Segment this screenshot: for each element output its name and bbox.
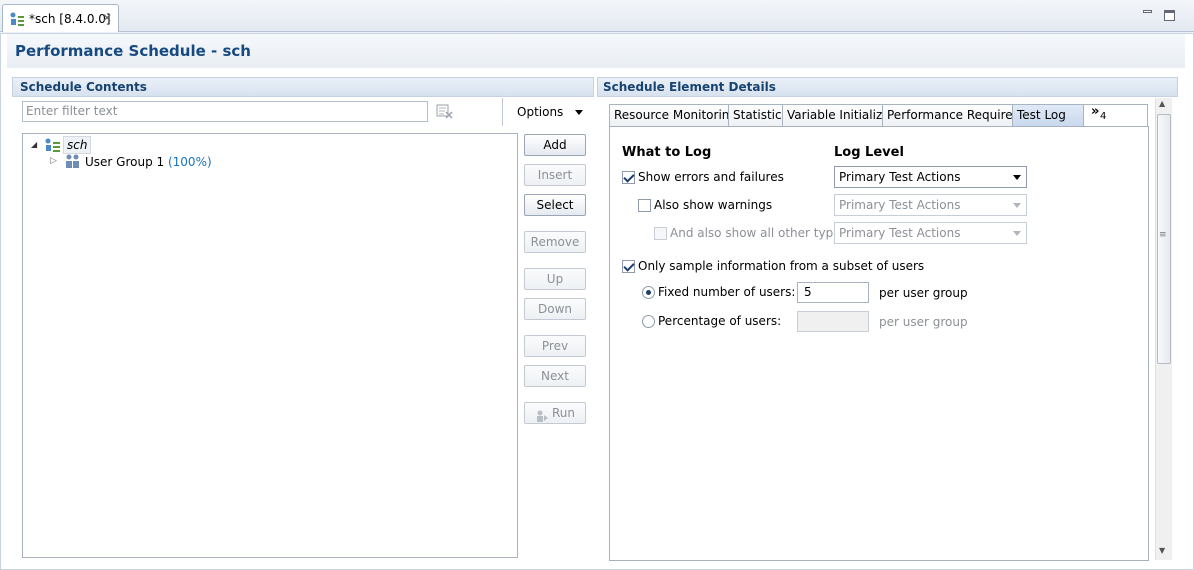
collapsed-arrow-icon[interactable]: ▷ — [50, 156, 57, 166]
user-group-icon — [64, 153, 82, 172]
grip-icon: ≡ — [1159, 230, 1167, 240]
user-group-percent: (100%) — [167, 155, 212, 169]
tab-variable-initialization[interactable]: Variable Initializat — [782, 104, 883, 126]
percentage-input[interactable] — [797, 311, 869, 332]
next-button[interactable]: Next — [524, 365, 586, 387]
per-user-group-label-disabled: per user group — [879, 315, 968, 329]
up-button[interactable]: Up — [524, 268, 586, 290]
minimize-icon[interactable] — [1143, 10, 1152, 13]
tab-resource-monitoring[interactable]: Resource Monitoring — [609, 104, 729, 126]
fixed-number-label: Fixed number of users: — [658, 285, 796, 299]
toolbar-separator — [502, 98, 503, 126]
tab-statistics[interactable]: Statistics — [728, 104, 783, 126]
chevron-down-icon — [1013, 175, 1021, 180]
all-types-level-value: Primary Test Actions — [839, 226, 961, 240]
prev-button[interactable]: Prev — [524, 335, 586, 357]
scroll-down-icon[interactable]: ▼ — [1159, 546, 1165, 555]
fixed-number-input[interactable]: 5 — [797, 282, 869, 303]
select-button[interactable]: Select — [524, 194, 586, 216]
options-label: Options — [517, 105, 564, 119]
also-all-types-checkbox[interactable] — [654, 227, 667, 240]
also-warnings-checkbox[interactable] — [638, 199, 651, 212]
tree-item-sch[interactable]: sch — [63, 136, 92, 154]
tab-test-log[interactable]: Test Log — [1012, 104, 1084, 126]
show-errors-checkbox[interactable] — [622, 171, 635, 184]
also-all-types-label: And also show all other types — [670, 226, 847, 240]
details-pane — [609, 126, 1149, 561]
show-errors-label: Show errors and failures — [638, 170, 784, 184]
expanded-arrow-icon[interactable]: ◢ — [31, 140, 37, 149]
errors-level-value: Primary Test Actions — [839, 170, 961, 184]
percentage-label: Percentage of users: — [658, 314, 782, 328]
options-menu[interactable]: Options — [517, 105, 584, 119]
schedule-icon — [44, 137, 62, 156]
tab-performance-requirements[interactable]: Performance Requirem — [882, 104, 1013, 126]
filter-input[interactable]: Enter filter text — [22, 101, 428, 122]
tree-item-user-group-1[interactable]: User Group 1 (100%) — [85, 155, 212, 169]
editor-tab-label: *sch [8.4.0.0] — [29, 12, 111, 26]
details-title: Schedule Element Details — [603, 80, 776, 94]
down-button[interactable]: Down — [524, 298, 586, 320]
chevron-down-icon — [1013, 231, 1021, 236]
remove-button[interactable]: Remove — [524, 231, 586, 253]
editor-tab-sch[interactable]: *sch [8.4.0.0] ✕ — [2, 4, 119, 32]
schedule-contents-title: Schedule Contents — [20, 80, 147, 94]
also-warnings-label: Also show warnings — [654, 198, 773, 212]
what-to-log-heading: What to Log — [622, 145, 712, 160]
scroll-up-icon[interactable]: ▲ — [1159, 99, 1165, 108]
close-icon[interactable]: ✕ — [102, 11, 112, 25]
run-label: Run — [551, 406, 575, 420]
per-user-group-label: per user group — [879, 286, 968, 300]
tab-overflow-count: 4 — [1100, 111, 1107, 122]
fixed-number-radio[interactable] — [642, 286, 655, 299]
user-group-label: User Group 1 — [85, 155, 165, 169]
warnings-level-value: Primary Test Actions — [839, 198, 961, 212]
chevron-down-icon — [575, 110, 584, 115]
run-button[interactable]: Run — [524, 402, 586, 424]
sample-subset-checkbox[interactable] — [622, 260, 635, 273]
warnings-level-select[interactable]: Primary Test Actions — [834, 194, 1027, 216]
sample-subset-label: Only sample information from a subset of… — [638, 259, 925, 273]
all-types-level-select[interactable]: Primary Test Actions — [834, 222, 1027, 244]
page-title: Performance Schedule - sch — [15, 42, 251, 60]
maximize-icon[interactable] — [1164, 10, 1175, 21]
chevron-down-icon — [1013, 203, 1021, 208]
tab-overflow-chevron[interactable]: » — [1091, 104, 1099, 119]
percentage-radio[interactable] — [642, 315, 655, 328]
editor-tab-strip — [0, 0, 1194, 32]
schedule-icon — [9, 11, 25, 30]
clear-filter-icon[interactable] — [436, 103, 454, 122]
schedule-tree[interactable] — [22, 133, 518, 558]
add-button[interactable]: Add — [524, 134, 586, 156]
run-icon — [535, 408, 549, 422]
insert-button[interactable]: Insert — [524, 164, 586, 186]
errors-level-select[interactable]: Primary Test Actions — [834, 166, 1027, 188]
log-level-heading: Log Level — [834, 145, 904, 160]
